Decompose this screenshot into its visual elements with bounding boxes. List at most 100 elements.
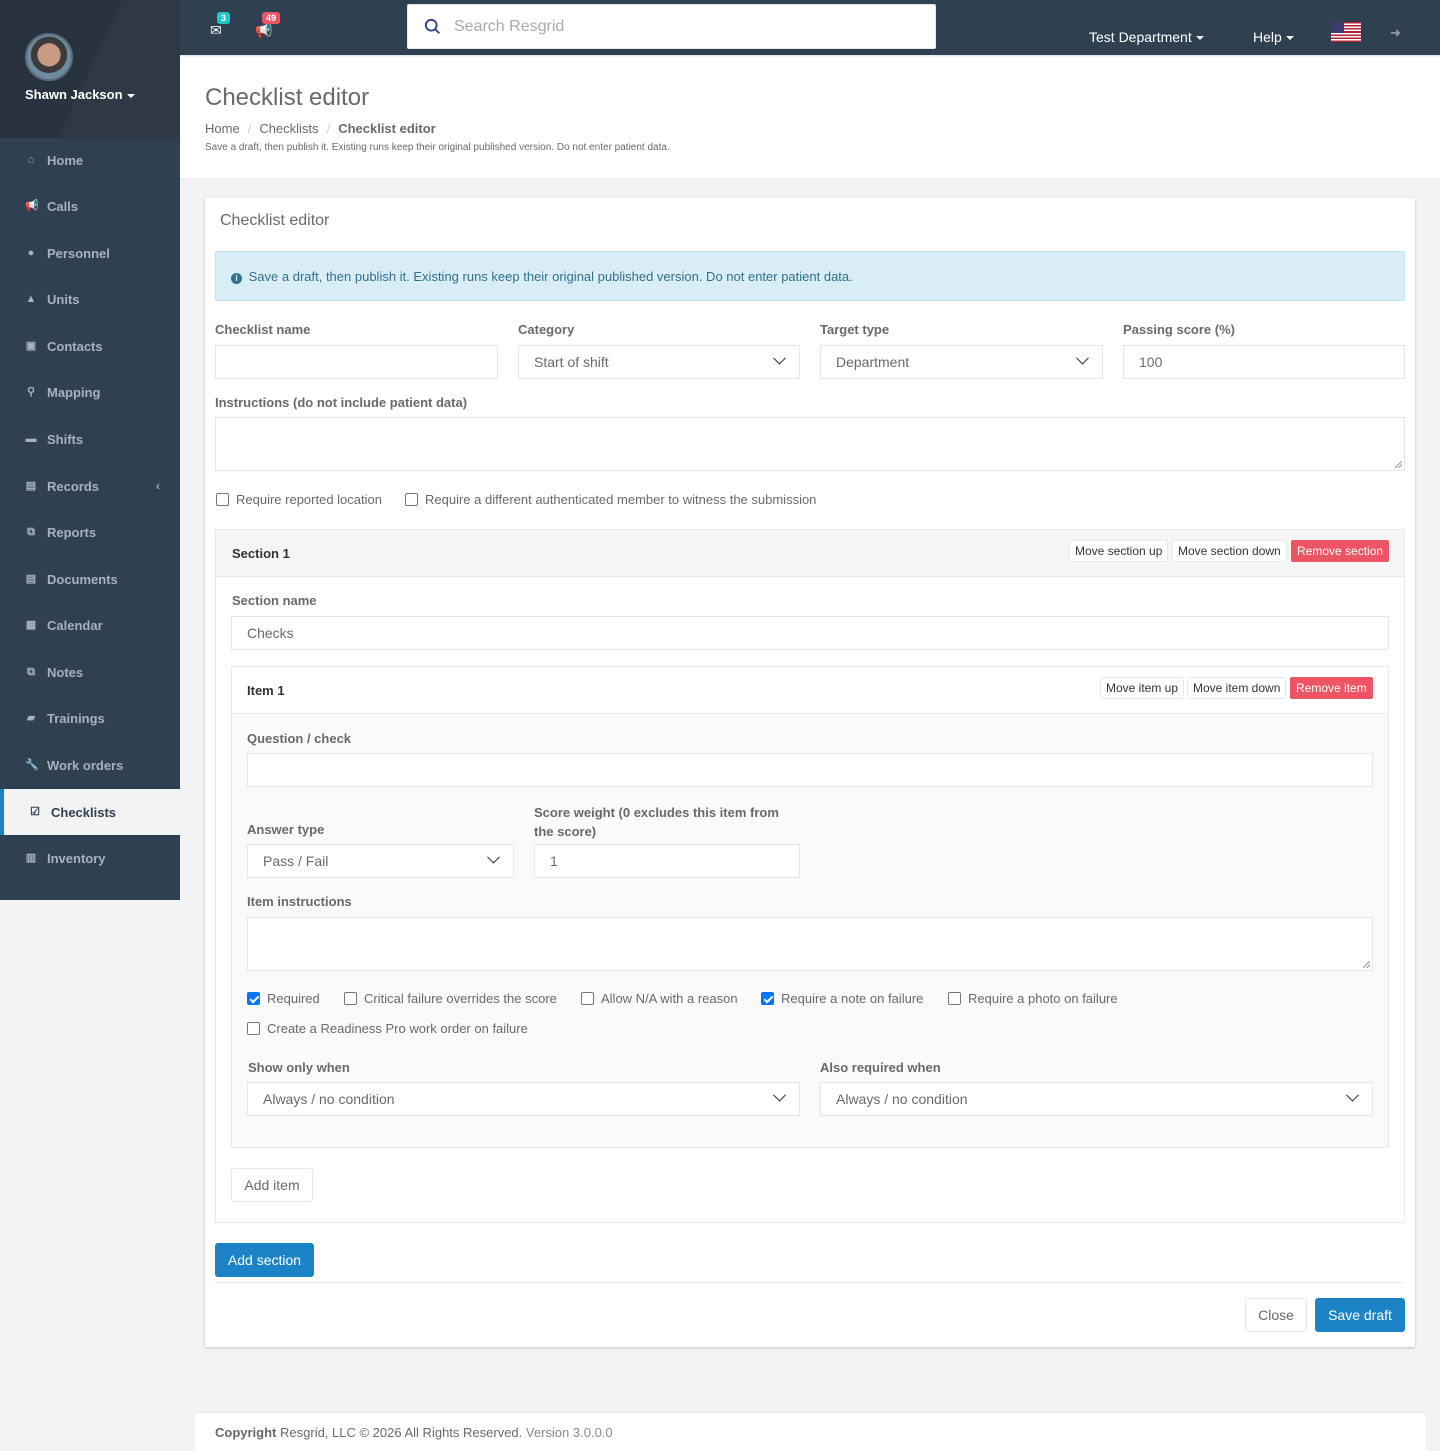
help-label: Help — [1253, 29, 1282, 45]
sidebar-item-label: Mapping — [47, 384, 101, 400]
sidebar-item-units[interactable]: ▲ Units — [0, 276, 180, 322]
footer-version: Version 3.0.0.0 — [525, 1425, 613, 1440]
envelope-icon: ✉ — [210, 22, 222, 38]
move-section-down-button[interactable]: Move section down — [1172, 540, 1287, 562]
add-item-button[interactable]: Add item — [231, 1168, 313, 1202]
remove-item-button[interactable]: Remove item — [1290, 677, 1373, 699]
us-flag-icon[interactable] — [1331, 22, 1361, 42]
allow-na-checkbox[interactable] — [581, 992, 594, 1005]
sidebar-item-label: Calendar — [47, 617, 103, 633]
score-weight-input[interactable]: 1 — [534, 844, 800, 878]
sidebar-item-trainings[interactable]: ▰ Trainings — [0, 695, 180, 741]
remove-section-button[interactable]: Remove section — [1291, 540, 1390, 562]
messages-button[interactable]: ✉ 3 — [210, 12, 231, 39]
instructions-textarea[interactable] — [215, 417, 1405, 471]
page-title: Checklist editor — [205, 84, 370, 111]
sidebar-item-reports[interactable]: ⧉ Reports — [0, 509, 180, 555]
sidebar-item-home[interactable]: ⌂ Home — [0, 137, 180, 183]
checklist-name-input[interactable] — [215, 345, 498, 379]
profile-menu-toggle[interactable]: Shawn Jackson — [25, 87, 135, 102]
home-icon: ⌂ — [27, 154, 35, 166]
map-marker-icon: ⚲ — [26, 386, 36, 398]
sidebar-item-work-orders[interactable]: 🔧 Work orders — [0, 742, 180, 788]
critical-failure-checkbox[interactable] — [344, 992, 357, 1005]
caret-down-icon — [1195, 36, 1204, 41]
category-value: Start of shift — [534, 354, 609, 370]
sidebar-item-shifts[interactable]: ▬ Shifts — [0, 416, 180, 462]
required-checkbox[interactable] — [247, 992, 260, 1005]
sidebar-item-contacts[interactable]: ▣ Contacts — [0, 323, 180, 369]
wrench-icon: 🔧 — [25, 759, 39, 771]
target-type-label: Target type — [820, 322, 890, 337]
info-icon: i — [231, 273, 242, 284]
answer-type-select[interactable]: Pass / Fail — [247, 844, 514, 878]
profile-name: Shawn Jackson — [25, 87, 123, 102]
instructions-label: Instructions (do not include patient dat… — [215, 395, 468, 410]
page-header: Checklist editor Home / Checklists / Checkli… — [180, 57, 1440, 179]
sidebar-item-label: Personnel — [47, 245, 110, 261]
move-item-down-button[interactable]: Move item down — [1187, 677, 1287, 699]
photo-on-failure-option[interactable]: Require a photo on failure — [948, 991, 1118, 1006]
work-order-checkbox[interactable] — [247, 1022, 260, 1035]
target-type-select[interactable]: Department — [820, 345, 1103, 379]
allow-na-option[interactable]: Allow N/A with a reason — [581, 991, 738, 1006]
require-location-checkbox[interactable] — [216, 493, 229, 506]
item-instructions-textarea[interactable] — [247, 917, 1373, 971]
save-draft-button[interactable]: Save draft — [1315, 1298, 1405, 1332]
department-label: Test Department — [1089, 29, 1192, 45]
breadcrumb-home[interactable]: Home — [205, 121, 240, 136]
photo-on-failure-checkbox[interactable] — [948, 992, 961, 1005]
calendar-icon: ▦ — [25, 619, 37, 631]
calls-button[interactable]: 📢 49 — [255, 12, 281, 39]
search-box — [407, 4, 936, 49]
sidebar-item-calls[interactable]: 📢 Calls — [0, 183, 180, 229]
move-section-up-button[interactable]: Move section up — [1069, 540, 1169, 562]
item-card: Item 1 Move item up Move item down Remov… — [231, 666, 1389, 1148]
search-input[interactable] — [454, 17, 894, 36]
sidebar-item-mapping[interactable]: ⚲ Mapping — [0, 369, 180, 415]
sidebar: Shawn Jackson ⌂ Home 📢 Calls ● Personnel ▲ Unit… — [0, 0, 180, 900]
item-header: Item 1 Move item up Move item down Remov… — [232, 667, 1388, 714]
department-menu[interactable]: Test Department — [1089, 29, 1204, 45]
breadcrumb-checklists[interactable]: Checklists — [259, 121, 318, 136]
sidebar-item-label: Work orders — [47, 757, 124, 773]
sidebar-item-records[interactable]: ▤ Records ‹ — [0, 463, 180, 509]
sidebar-item-inventory[interactable]: ▥ Inventory — [0, 835, 180, 881]
critical-failure-option[interactable]: Critical failure overrides the score — [344, 991, 557, 1006]
show-only-when-select[interactable]: Always / no condition — [247, 1082, 800, 1116]
close-button[interactable]: Close — [1245, 1298, 1307, 1332]
footer-copyright-label: Copyright — [215, 1425, 277, 1440]
checklist-name-label: Checklist name — [215, 322, 311, 337]
passing-score-input[interactable]: 100 — [1123, 345, 1405, 379]
required-text: Required — [267, 991, 320, 1006]
move-item-up-button[interactable]: Move item up — [1100, 677, 1185, 699]
document-icon: ▤ — [25, 573, 37, 585]
require-location-option[interactable]: Require reported location — [216, 492, 382, 507]
help-menu[interactable]: Help — [1253, 29, 1294, 45]
sidebar-item-label: Inventory — [47, 850, 106, 866]
sidebar-item-calendar[interactable]: ▦ Calendar — [0, 602, 180, 648]
required-option[interactable]: Required — [247, 991, 320, 1006]
bullhorn-icon: 📢 — [25, 200, 39, 212]
also-required-when-select[interactable]: Always / no condition — [820, 1082, 1373, 1116]
question-input[interactable] — [247, 753, 1373, 787]
work-order-option[interactable]: Create a Readiness Pro work order on fai… — [247, 1021, 528, 1036]
sidebar-item-checklists[interactable]: ☑ Checklists — [0, 789, 180, 835]
avatar[interactable] — [25, 33, 73, 81]
add-section-button[interactable]: Add section — [215, 1243, 314, 1277]
sidebar-item-personnel[interactable]: ● Personnel — [0, 230, 180, 276]
sidebar-item-notes[interactable]: ⧉ Notes — [0, 649, 180, 695]
sign-out-icon[interactable]: ➜ — [1390, 25, 1401, 41]
require-witness-checkbox[interactable] — [405, 493, 418, 506]
header-note: Save a draft, then publish it. Existing … — [205, 142, 670, 153]
note-on-failure-checkbox[interactable] — [761, 992, 774, 1005]
divider — [215, 1282, 1405, 1283]
chevron-down-icon — [487, 850, 500, 864]
note-on-failure-option[interactable]: Require a note on failure — [761, 991, 923, 1006]
sidebar-item-documents[interactable]: ▤ Documents — [0, 556, 180, 602]
copy-icon: ⧉ — [27, 526, 35, 538]
category-select[interactable]: Start of shift — [518, 345, 800, 379]
section-name-input[interactable]: Checks — [231, 616, 1389, 650]
require-witness-option[interactable]: Require a different authenticated member… — [405, 492, 816, 507]
sidebar-item-label: Home — [47, 152, 84, 168]
